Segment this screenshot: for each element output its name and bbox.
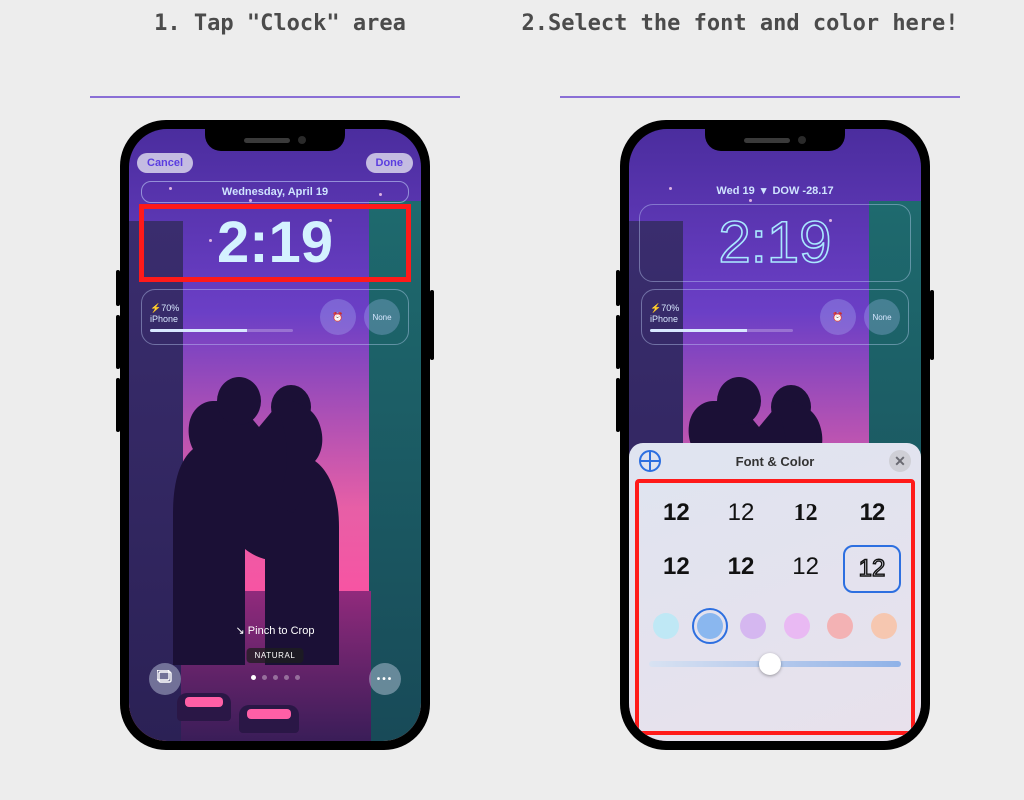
battery-device: iPhone bbox=[650, 314, 678, 324]
stock-change: -28.17 bbox=[802, 185, 833, 197]
mode-chip[interactable]: NATURAL bbox=[247, 648, 304, 663]
color-swatch-row bbox=[649, 613, 901, 639]
pinch-to-crop-hint: ↘ Pinch to Crop bbox=[129, 624, 421, 637]
font-option-8-selected[interactable]: 12 bbox=[843, 545, 901, 593]
more-button[interactable]: ••• bbox=[369, 663, 401, 695]
font-option-2[interactable]: 12 bbox=[714, 491, 768, 535]
empty-widget-label: None bbox=[872, 313, 891, 322]
font-option-7[interactable]: 12 bbox=[779, 545, 833, 589]
clock-area-highlight[interactable]: 2:19 bbox=[139, 204, 411, 282]
phone-right: Wed 19 ▾ DOW -28.17 2:19 ⚡70% iPhone ⏰ N… bbox=[620, 120, 930, 750]
font-option-5[interactable]: 12 bbox=[649, 545, 703, 589]
widget-row[interactable]: ⚡70% iPhone ⏰ None bbox=[141, 289, 409, 345]
wallpaper-couple bbox=[173, 305, 363, 665]
power-button[interactable] bbox=[430, 290, 434, 360]
clock-time: 2:19 bbox=[217, 214, 333, 272]
stock-name: DOW bbox=[772, 185, 799, 197]
empty-widget[interactable]: None bbox=[864, 299, 900, 335]
step-2-caption: 2.Select the font and color here! bbox=[520, 10, 960, 38]
slider-knob[interactable] bbox=[759, 653, 781, 675]
volume-up[interactable] bbox=[616, 315, 620, 369]
mute-switch[interactable] bbox=[116, 270, 120, 306]
cancel-button[interactable]: Cancel bbox=[137, 153, 193, 173]
photos-button[interactable] bbox=[149, 663, 181, 695]
color-swatch-1[interactable] bbox=[653, 613, 679, 639]
color-swatch-5[interactable] bbox=[827, 613, 853, 639]
font-options-grid: 12 12 12 12 12 12 12 12 bbox=[649, 491, 901, 593]
volume-up[interactable] bbox=[116, 315, 120, 369]
close-icon[interactable]: ✕ bbox=[889, 450, 911, 472]
alarm-icon: ⏰ bbox=[832, 312, 843, 323]
sheet-title: Font & Color bbox=[736, 454, 815, 469]
date-short: Wed 19 bbox=[716, 185, 754, 197]
date-widget-slot[interactable]: Wednesday, April 19 bbox=[141, 181, 409, 203]
empty-widget[interactable]: None bbox=[364, 299, 400, 335]
battery-widget[interactable]: ⚡70% iPhone bbox=[650, 303, 812, 332]
font-color-sheet: Font & Color ✕ 12 12 12 12 12 12 12 12 bbox=[629, 443, 921, 741]
date-stock-row[interactable]: Wed 19 ▾ DOW -28.17 bbox=[641, 181, 909, 201]
color-swatch-2-selected[interactable] bbox=[697, 613, 723, 639]
battery-pct: 70% bbox=[161, 303, 179, 313]
color-swatch-6[interactable] bbox=[871, 613, 897, 639]
more-icon: ••• bbox=[377, 674, 394, 685]
clock-area[interactable]: 2:19 bbox=[639, 204, 911, 282]
power-button[interactable] bbox=[930, 290, 934, 360]
screen-right: Wed 19 ▾ DOW -28.17 2:19 ⚡70% iPhone ⏰ N… bbox=[629, 129, 921, 741]
battery-icon: ⚡ bbox=[150, 303, 161, 313]
volume-down[interactable] bbox=[616, 378, 620, 432]
alarm-icon: ⏰ bbox=[332, 312, 343, 323]
widget-row[interactable]: ⚡70% iPhone ⏰ None bbox=[641, 289, 909, 345]
step-2-underline bbox=[560, 96, 960, 98]
battery-icon: ⚡ bbox=[650, 303, 661, 313]
notch bbox=[705, 129, 845, 151]
battery-bar bbox=[150, 329, 293, 332]
font-option-6[interactable]: 12 bbox=[714, 545, 768, 589]
battery-pct: 70% bbox=[661, 303, 679, 313]
font-option-3[interactable]: 12 bbox=[779, 491, 833, 535]
editor-topbar: Cancel Done bbox=[137, 153, 413, 173]
font-option-1[interactable]: 12 bbox=[649, 491, 703, 535]
phone-left: Cancel Done Wednesday, April 19 2:19 ⚡70… bbox=[120, 120, 430, 750]
done-button[interactable]: Done bbox=[366, 153, 414, 173]
color-swatch-3[interactable] bbox=[740, 613, 766, 639]
alarm-widget[interactable]: ⏰ bbox=[820, 299, 856, 335]
sheet-body-highlight: 12 12 12 12 12 12 12 12 bbox=[635, 479, 915, 735]
empty-widget-label: None bbox=[372, 313, 391, 322]
volume-down[interactable] bbox=[116, 378, 120, 432]
globe-icon[interactable] bbox=[639, 450, 661, 472]
notch bbox=[205, 129, 345, 151]
mute-switch[interactable] bbox=[616, 270, 620, 306]
clock-time: 2:19 bbox=[719, 214, 832, 272]
font-option-4[interactable]: 12 bbox=[845, 491, 899, 535]
screen-left: Cancel Done Wednesday, April 19 2:19 ⚡70… bbox=[129, 129, 421, 741]
battery-device: iPhone bbox=[150, 314, 178, 324]
battery-bar bbox=[650, 329, 793, 332]
color-swatch-4[interactable] bbox=[784, 613, 810, 639]
step-1-caption: 1. Tap "Clock" area bbox=[60, 10, 500, 38]
battery-widget[interactable]: ⚡70% iPhone bbox=[150, 303, 312, 332]
sheet-header: Font & Color ✕ bbox=[629, 443, 921, 479]
photos-icon bbox=[157, 670, 173, 689]
step-1-underline bbox=[90, 96, 460, 98]
alarm-widget[interactable]: ⏰ bbox=[320, 299, 356, 335]
tint-slider[interactable] bbox=[649, 661, 901, 667]
